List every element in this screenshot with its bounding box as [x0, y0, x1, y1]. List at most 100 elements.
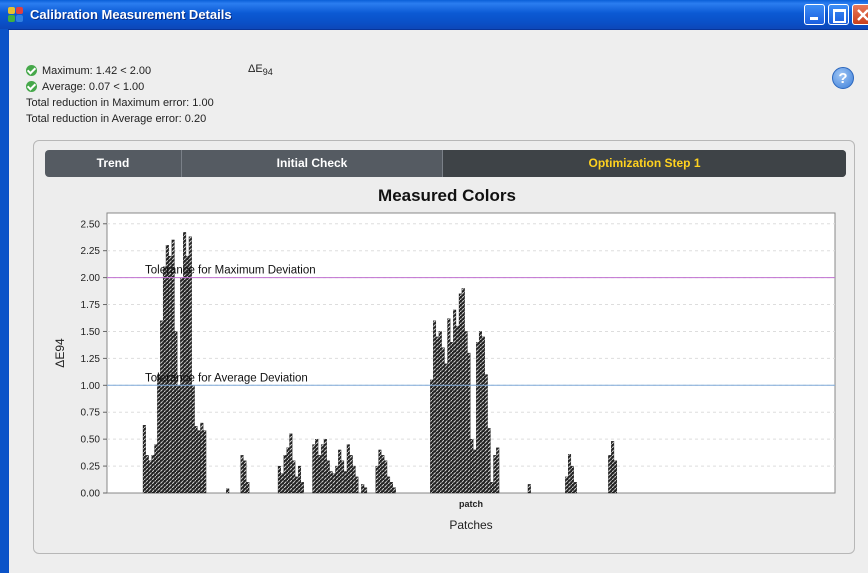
data-bar — [315, 438, 319, 494]
check-icon — [26, 65, 37, 76]
data-bar — [493, 455, 497, 494]
data-bar — [160, 320, 164, 494]
data-bar — [352, 465, 356, 494]
data-bar — [389, 482, 393, 494]
data-bar — [455, 325, 460, 494]
measured-colors-chart: 0.00 0.25 0.50 0.75 1.00 1.25 1.50 1.75 2.00 2.25… — [53, 212, 836, 532]
data-bar — [467, 352, 471, 494]
reference-line-label: Tolerance for Average Deviation — [145, 372, 308, 384]
minimize-button[interactable] — [804, 4, 825, 25]
data-bar — [157, 374, 161, 494]
data-bar — [300, 482, 304, 494]
data-bar — [470, 438, 474, 494]
data-bar — [246, 482, 250, 494]
data-bar — [292, 460, 296, 494]
data-bar — [453, 309, 457, 494]
data-bar — [381, 455, 385, 494]
data-bar — [361, 484, 365, 494]
maximum-row: Maximum: 1.42 < 2.00 — [26, 63, 214, 79]
y-tick-label: 2.25 — [81, 246, 101, 257]
data-bar — [318, 455, 322, 494]
calibration-summary: Maximum: 1.42 < 2.00 Average: 0.07 < 1.0… — [26, 63, 214, 127]
data-bar — [338, 449, 342, 494]
data-bar — [341, 460, 345, 494]
data-bar — [375, 465, 379, 494]
tab-trend[interactable]: Trend — [45, 150, 182, 177]
y-tick-label: 1.50 — [81, 327, 101, 338]
app-icon — [8, 7, 24, 23]
reference-line-label: Tolerance for Maximum Deviation — [145, 265, 316, 277]
data-bar — [384, 460, 388, 494]
data-bar — [430, 379, 434, 494]
maximize-icon — [833, 9, 846, 23]
data-bar — [481, 336, 485, 494]
data-bar — [289, 433, 293, 494]
data-bar — [151, 455, 155, 494]
data-bar — [203, 430, 207, 494]
metric-label: ΔE94 — [248, 63, 273, 77]
data-bar — [568, 454, 572, 494]
data-bar — [280, 473, 284, 494]
data-bar — [240, 455, 244, 494]
y-tick-label: 1.00 — [81, 381, 101, 392]
data-bar — [349, 455, 353, 494]
y-tick-label: 1.25 — [81, 354, 101, 365]
data-bar — [148, 460, 152, 494]
data-bar — [478, 331, 482, 494]
data-bar — [177, 385, 181, 494]
maximum-text: Maximum: 1.42 < 2.00 — [42, 65, 152, 77]
data-bar — [461, 288, 465, 494]
metric-sub: 94 — [262, 67, 273, 78]
data-bar — [283, 455, 287, 494]
data-bar — [200, 422, 204, 494]
y-tick-label: 0.00 — [81, 489, 101, 500]
help-button[interactable]: ? — [832, 67, 854, 89]
data-bar — [197, 430, 201, 494]
data-bar — [444, 363, 448, 494]
close-button[interactable] — [852, 4, 868, 25]
minimize-icon — [810, 17, 818, 20]
data-bar — [346, 444, 350, 494]
data-bar — [473, 449, 477, 494]
x-axis-label: Patches — [449, 518, 492, 532]
data-bar — [611, 441, 615, 494]
average-row: Average: 0.07 < 1.00 — [26, 79, 214, 95]
data-bar — [565, 476, 569, 494]
data-bar — [487, 428, 491, 494]
data-bar — [490, 482, 494, 494]
data-bar — [142, 424, 146, 494]
y-tick-label: 0.25 — [81, 462, 101, 473]
tab-optimization-step-1[interactable]: Optimization Step 1 — [443, 150, 846, 177]
tab-bar: Trend Initial Check Optimization Step 1 — [45, 150, 846, 177]
data-bar — [387, 476, 391, 494]
data-bar — [435, 336, 439, 494]
data-bar — [378, 449, 382, 494]
data-bar — [154, 444, 158, 494]
data-bar — [320, 444, 324, 494]
data-bar — [450, 342, 454, 494]
maximize-button[interactable] — [828, 4, 849, 25]
close-icon — [857, 9, 868, 21]
data-bar — [297, 465, 302, 494]
chart-title: Measured Colors — [378, 186, 516, 205]
window-title: Calibration Measurement Details — [30, 7, 232, 22]
data-bar — [476, 342, 480, 494]
data-bar — [608, 455, 612, 494]
data-bar — [295, 476, 299, 494]
y-tick-label: 2.50 — [81, 219, 101, 230]
data-bar — [286, 447, 290, 494]
data-bar — [329, 471, 333, 494]
y-axis-label: ΔE94 — [53, 338, 67, 368]
data-bar — [484, 374, 488, 494]
data-bar — [191, 385, 195, 494]
data-bar — [243, 460, 247, 494]
data-bar — [323, 438, 327, 494]
data-bar — [392, 487, 396, 494]
data-bar — [312, 444, 316, 494]
y-tick-label: 0.50 — [81, 435, 101, 446]
data-bar — [441, 347, 445, 494]
data-bar — [226, 488, 230, 494]
data-bar — [364, 487, 368, 494]
tab-initial-check[interactable]: Initial Check — [182, 150, 443, 177]
data-bar — [145, 455, 149, 494]
